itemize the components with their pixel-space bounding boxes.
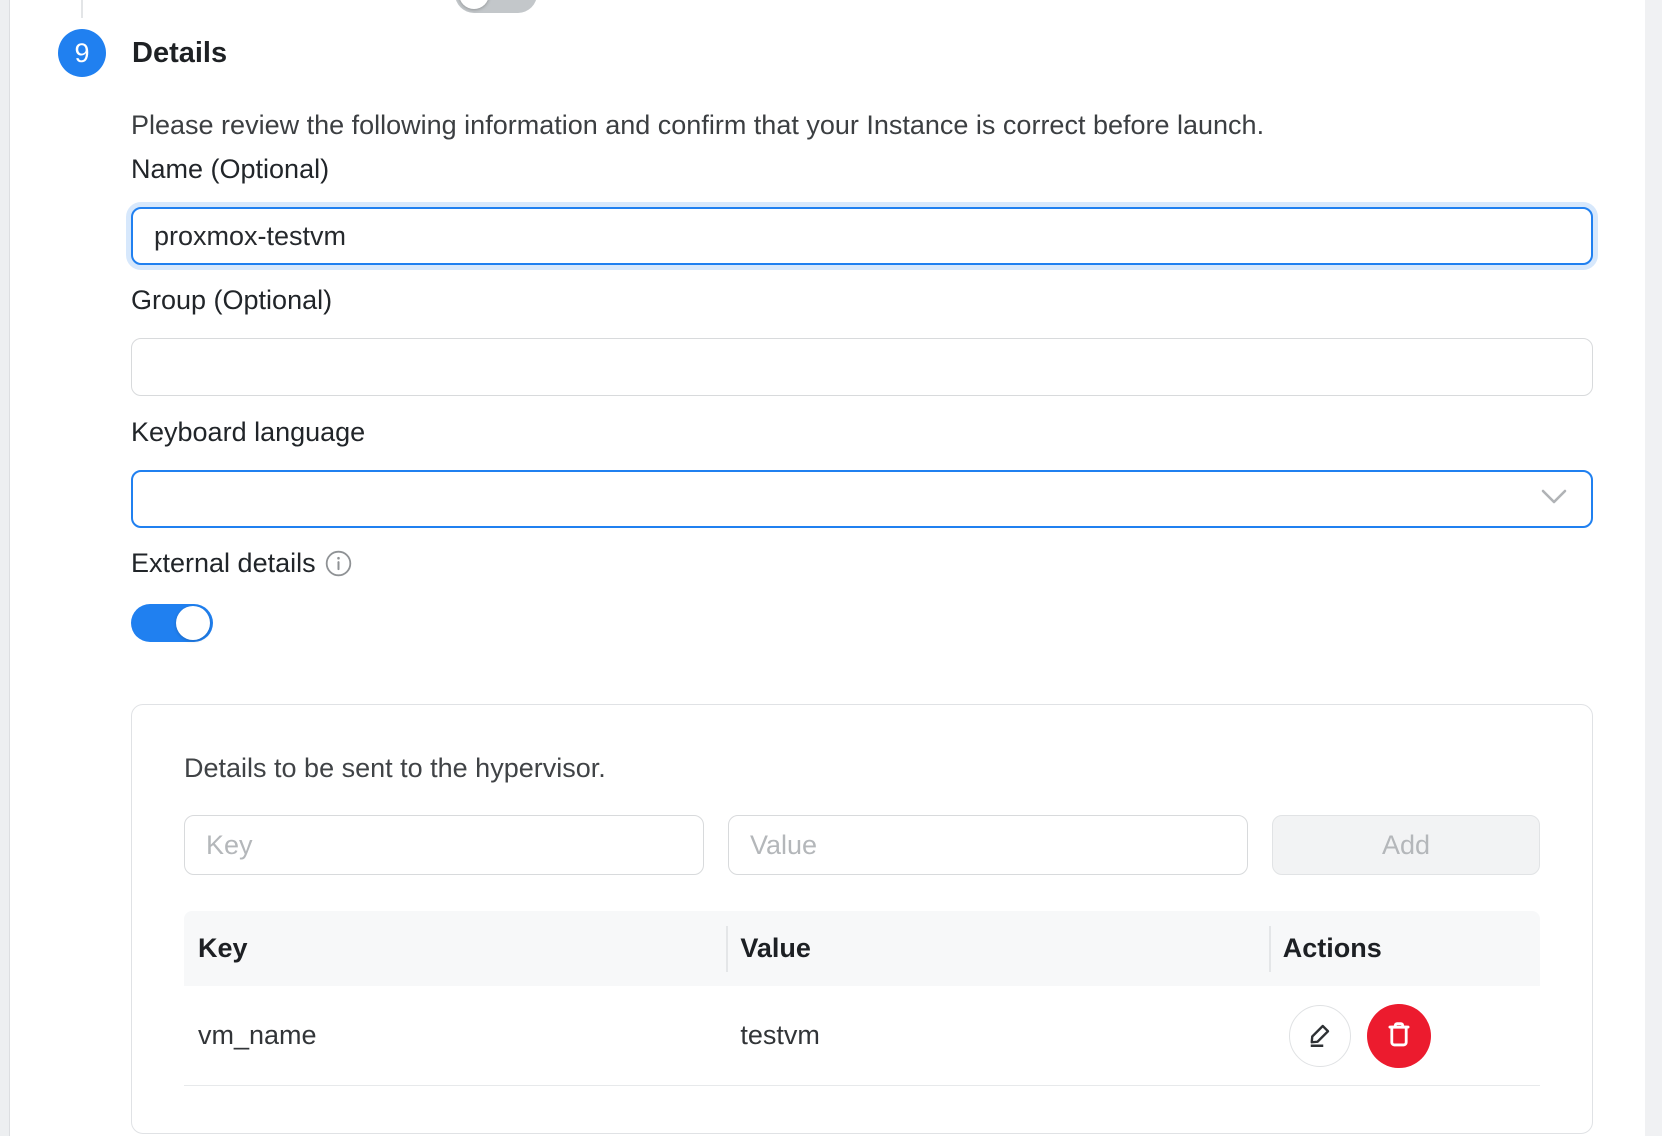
row-value-cell: testvm — [726, 1020, 1268, 1051]
delete-row-button[interactable] — [1367, 1004, 1431, 1068]
table-header-actions: Actions — [1269, 911, 1540, 986]
step-number-badge: 9 — [58, 29, 106, 77]
table-row: vm_name testvm — [184, 986, 1540, 1086]
key-value-entry-row: Add — [184, 815, 1540, 875]
key-value-table: Key Value Actions vm_name testvm — [184, 911, 1540, 1086]
external-details-toggle[interactable] — [131, 604, 213, 642]
step-title: Details — [132, 37, 227, 70]
pencil-icon — [1305, 1019, 1335, 1052]
step-header: 9 Details — [131, 29, 1593, 77]
value-input[interactable] — [728, 815, 1248, 875]
hypervisor-details-panel: Details to be sent to the hypervisor. Ad… — [131, 704, 1593, 1134]
name-label: Name (Optional) — [131, 154, 1593, 185]
edit-row-button[interactable] — [1289, 1005, 1351, 1067]
chevron-down-icon — [1541, 489, 1567, 509]
add-button[interactable]: Add — [1272, 815, 1540, 875]
external-details-row: External details — [131, 548, 1593, 579]
keyboard-language-select[interactable] — [131, 470, 1593, 528]
row-actions-cell — [1269, 1004, 1540, 1068]
row-key-cell: vm_name — [184, 1020, 726, 1051]
group-label: Group (Optional) — [131, 285, 1593, 316]
table-header-value: Value — [726, 911, 1268, 986]
group-input[interactable] — [131, 338, 1593, 396]
info-icon[interactable] — [325, 550, 352, 577]
hypervisor-panel-description: Details to be sent to the hypervisor. — [184, 753, 1540, 784]
table-header-row: Key Value Actions — [184, 911, 1540, 986]
key-input[interactable] — [184, 815, 704, 875]
table-header-key: Key — [184, 911, 726, 986]
left-edge-strip — [0, 0, 10, 1136]
step-details-section: 9 Details Please review the following in… — [131, 0, 1593, 1134]
trash-icon — [1383, 1018, 1415, 1053]
keyboard-language-label: Keyboard language — [131, 417, 1593, 448]
step-description: Please review the following information … — [131, 110, 1593, 140]
name-input[interactable] — [131, 207, 1593, 265]
external-details-label: External details — [131, 548, 316, 579]
scrollbar-track[interactable] — [1645, 0, 1662, 1136]
stepper-connector-line — [81, 0, 83, 18]
